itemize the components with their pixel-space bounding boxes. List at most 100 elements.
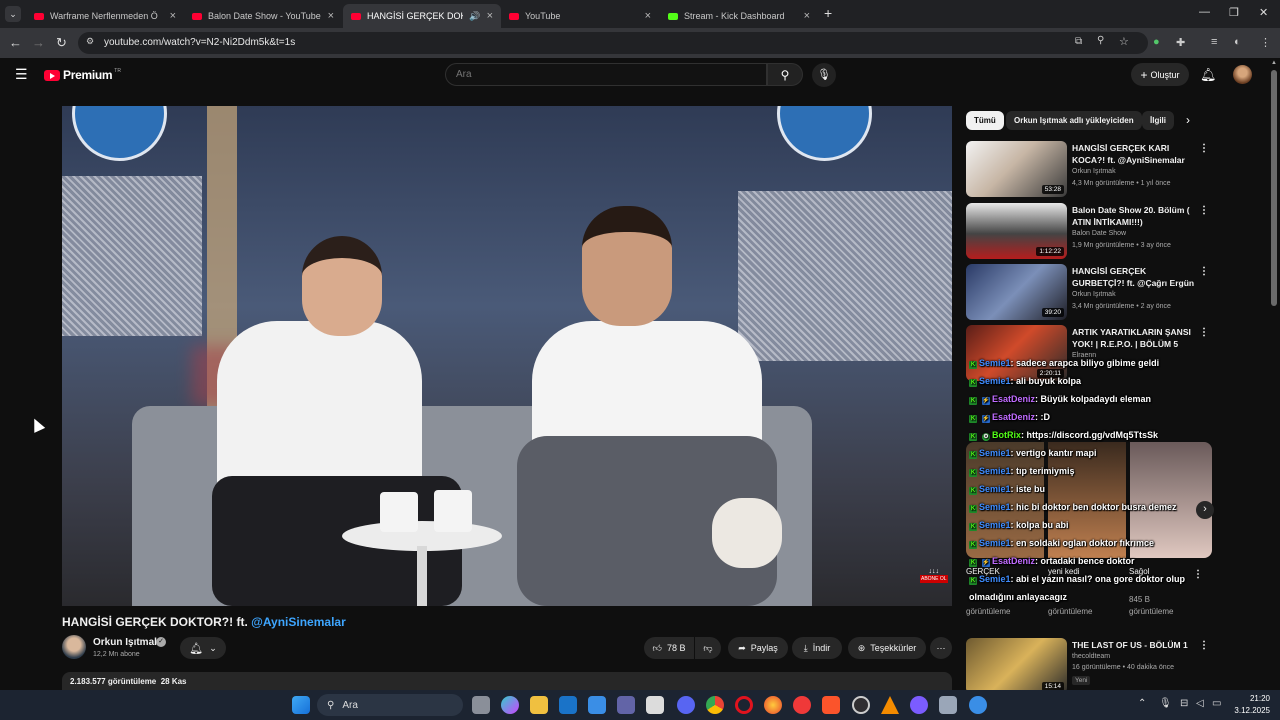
chat-username[interactable]: EsatDeniz	[992, 412, 1035, 422]
chat-username[interactable]: Semie1	[979, 448, 1011, 458]
obs-icon[interactable]	[852, 696, 870, 714]
teams-icon[interactable]	[617, 696, 635, 714]
shorts-next-icon[interactable]: ›	[1196, 501, 1214, 519]
browser-tab[interactable]: Balon Date Show - YouTube ×	[184, 4, 342, 28]
recommendation-channel[interactable]: Orkun Işıtmak	[1072, 291, 1116, 298]
channel-avatar[interactable]	[62, 635, 86, 659]
app-icon[interactable]	[939, 696, 957, 714]
subscribe-overlay-badge[interactable]: ↓↓↓ ABONE OL	[920, 568, 948, 583]
brave-icon[interactable]	[822, 696, 840, 714]
subscription-bell-button[interactable]: 🔔︎ ⌄	[180, 637, 226, 659]
more-actions-button[interactable]: ⋯	[930, 637, 952, 659]
user-avatar[interactable]	[1233, 65, 1252, 84]
page-scrollbar[interactable]	[1271, 70, 1277, 306]
close-icon[interactable]: ×	[645, 10, 651, 22]
back-icon[interactable]: ←	[9, 35, 22, 50]
short-more-icon[interactable]: ⋮	[1193, 569, 1203, 580]
chat-username[interactable]: Semie1	[979, 520, 1011, 530]
hamburger-menu-icon[interactable]: ☰	[15, 66, 28, 83]
file-explorer-icon[interactable]	[530, 696, 548, 714]
youtube-premium-logo[interactable]: Premium TR	[44, 68, 121, 82]
new-tab-button[interactable]: +	[824, 5, 832, 21]
browser-menu-icon[interactable]: ⋮	[1260, 36, 1271, 49]
close-icon[interactable]: ×	[804, 10, 810, 22]
browser-tab[interactable]: Warframe Nerflenmeden Ö ×	[26, 4, 184, 28]
close-window-icon[interactable]: ✕	[1259, 6, 1268, 19]
chat-username[interactable]: Semie1	[979, 502, 1011, 512]
app-icon[interactable]	[646, 696, 664, 714]
title-mention-link[interactable]: @AyniSinemalar	[251, 615, 346, 629]
chat-username[interactable]: Semie1	[979, 358, 1011, 368]
vivaldi-icon[interactable]	[793, 696, 811, 714]
address-bar[interactable]: ⚙ youtube.com/watch?v=N2-Ni2Ddm5k&t=1s ⧉…	[78, 32, 1148, 54]
profile-icon[interactable]: ◐	[1234, 36, 1241, 48]
close-icon[interactable]: ×	[487, 10, 493, 22]
windows-start-icon[interactable]	[292, 696, 310, 714]
bookmark-star-icon[interactable]: ☆	[1119, 35, 1129, 48]
chat-username[interactable]: Semie1	[979, 484, 1011, 494]
more-vertical-icon[interactable]: ⋮	[1199, 205, 1209, 216]
scroll-up-icon[interactable]: ▲	[1271, 60, 1277, 66]
notifications-bell-icon[interactable]: 🔔︎	[1200, 67, 1217, 83]
task-view-icon[interactable]	[472, 696, 490, 714]
recommendation-item[interactable]: 53:28 HANGİSİ GERÇEK KARI KOCA?! ft. @Ay…	[966, 141, 1216, 199]
video-thumbnail[interactable]: 2:20:11	[966, 325, 1067, 381]
recommendation-title[interactable]: HANGİSİ GERÇEK GURBETÇİ?! ft. @Çağrı Erg…	[1072, 266, 1197, 289]
copilot-icon[interactable]	[501, 696, 519, 714]
video-thumbnail[interactable]: 1:12:22	[966, 203, 1067, 259]
thanks-button[interactable]: ⊛ Teşekkürler	[848, 637, 926, 659]
close-icon[interactable]: ×	[328, 10, 334, 22]
recommendation-channel[interactable]: thecoldteam	[1072, 653, 1110, 660]
recommendation-title[interactable]: HANGİSİ GERÇEK KARI KOCA?! ft. @AyniSine…	[1072, 143, 1197, 166]
search-input[interactable]	[456, 69, 736, 80]
firefox-icon[interactable]	[764, 696, 782, 714]
video-thumbnail[interactable]: 39:20	[966, 264, 1067, 320]
speaker-icon[interactable]: 🔊	[469, 11, 480, 22]
zoom-icon[interactable]: ⚲	[1097, 35, 1104, 46]
outlook-icon[interactable]	[559, 696, 577, 714]
restore-icon[interactable]: ❐	[1229, 6, 1239, 19]
search-box[interactable]	[445, 63, 767, 86]
chat-username[interactable]: EsatDeniz	[992, 556, 1035, 566]
store-icon[interactable]	[588, 696, 606, 714]
opera-icon[interactable]	[735, 696, 753, 714]
dislike-button[interactable]: 👎︎	[695, 637, 721, 659]
chat-username[interactable]: Semie1	[979, 466, 1011, 476]
browser-tab[interactable]: YouTube ×	[501, 4, 659, 28]
chat-username[interactable]: Semie1	[979, 574, 1011, 584]
search-button[interactable]: ⚲	[767, 63, 803, 86]
more-vertical-icon[interactable]: ⋮	[1199, 143, 1209, 154]
chat-username[interactable]: BotRix	[992, 430, 1021, 440]
browser-tab-active[interactable]: HANGİSİ GERÇEK DOKTOR 🔊 ×	[343, 4, 501, 28]
vlc-icon[interactable]	[881, 696, 899, 714]
media-control-icon[interactable]: ≡	[1211, 36, 1217, 48]
chip-from-uploader[interactable]: Orkun Işıtmak adlı yükleyiciden	[1006, 111, 1142, 130]
chat-username[interactable]: Semie1	[979, 538, 1011, 548]
recommendation-item[interactable]: 1:12:22 Balon Date Show 20. Bölüm ( ATIN…	[966, 203, 1216, 261]
share-button[interactable]: ➦ Paylaş	[728, 637, 788, 659]
minimize-icon[interactable]: —	[1199, 6, 1210, 18]
site-info-icon[interactable]: ⚙	[86, 36, 94, 47]
taskbar-search[interactable]: ⚲ Ara	[317, 694, 463, 716]
recommendation-item[interactable]: 15:14 THE LAST OF US - BÖLÜM 1 thecoldte…	[966, 638, 1216, 696]
recommendation-item[interactable]: 39:20 HANGİSİ GERÇEK GURBETÇİ?! ft. @Çağ…	[966, 264, 1216, 322]
video-thumbnail[interactable]: 53:28	[966, 141, 1067, 197]
app-icon[interactable]	[969, 696, 987, 714]
more-vertical-icon[interactable]: ⋮	[1199, 266, 1209, 277]
url-text[interactable]: youtube.com/watch?v=N2-Ni2Ddm5k&t=1s	[104, 37, 295, 48]
recommendation-title[interactable]: THE LAST OF US - BÖLÜM 1	[1072, 640, 1197, 652]
close-icon[interactable]: ×	[170, 10, 176, 22]
recommendation-title[interactable]: ARTIK YARATIKLARIN ŞANSI YOK! | R.E.P.O.…	[1072, 327, 1197, 350]
app-icon[interactable]	[910, 696, 928, 714]
chevron-right-icon[interactable]: ›	[1186, 113, 1190, 127]
more-vertical-icon[interactable]: ⋮	[1199, 327, 1209, 338]
voice-search-button[interactable]: 🎙	[812, 63, 836, 87]
chrome-icon[interactable]	[706, 696, 724, 714]
browser-tab[interactable]: Stream - Kick Dashboard ×	[660, 4, 818, 28]
tab-list-dropdown[interactable]: ⌄	[5, 6, 21, 22]
more-vertical-icon[interactable]: ⋮	[1199, 640, 1209, 651]
chat-username[interactable]: Semie1	[979, 376, 1011, 386]
extension-green-icon[interactable]: ●	[1153, 36, 1160, 48]
recommendation-channel[interactable]: Balon Date Show	[1072, 230, 1126, 237]
volume-icon[interactable]: ◁	[1196, 698, 1204, 709]
